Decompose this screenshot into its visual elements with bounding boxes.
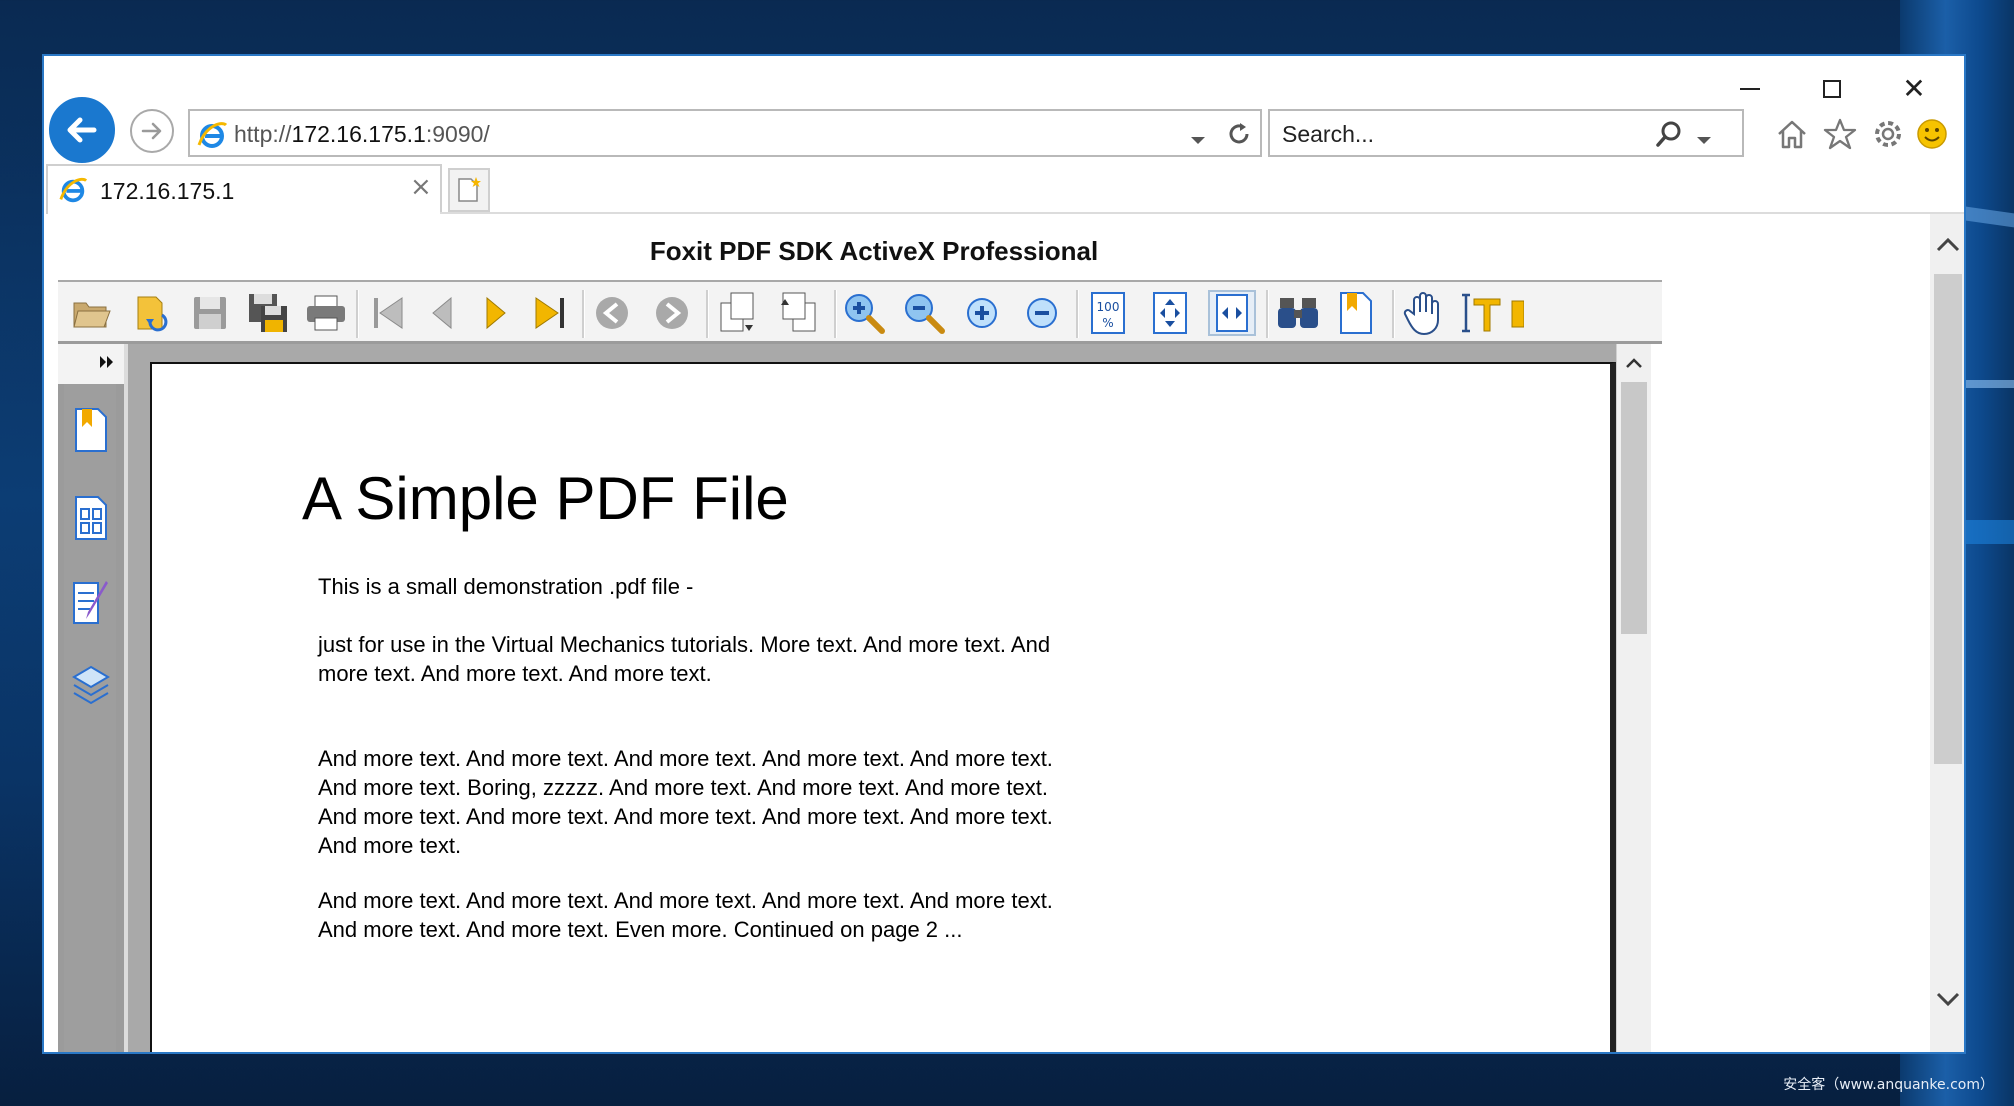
zoom-in-icon[interactable] bbox=[840, 290, 888, 336]
gear-icon[interactable] bbox=[1868, 114, 1908, 154]
save-as-icon[interactable] bbox=[244, 290, 292, 336]
tab-close-icon[interactable]: × bbox=[410, 174, 432, 200]
pdf-paragraph: And more text. And more text. And more t… bbox=[318, 746, 1053, 858]
zoom-out-small-icon[interactable] bbox=[1018, 290, 1066, 336]
tab-strip: 172.16.175.1 × bbox=[44, 164, 1964, 214]
sidebar-strip bbox=[64, 384, 116, 1052]
back-icon[interactable] bbox=[588, 290, 636, 336]
url-port-path: :9090/ bbox=[425, 121, 490, 147]
search-input[interactable]: Search... bbox=[1282, 121, 1374, 148]
more-tools-icon[interactable] bbox=[1510, 290, 1540, 336]
bookmarks-panel-icon[interactable] bbox=[68, 404, 114, 456]
last-page-icon[interactable] bbox=[526, 290, 574, 336]
print-icon[interactable] bbox=[302, 290, 350, 336]
hand-tool-icon[interactable] bbox=[1400, 290, 1448, 336]
svg-text:%: % bbox=[1102, 316, 1113, 330]
back-button[interactable] bbox=[46, 94, 118, 166]
document-scroll-thumb[interactable] bbox=[1621, 382, 1647, 634]
new-tab-button[interactable] bbox=[448, 168, 490, 212]
open-url-icon[interactable] bbox=[128, 290, 176, 336]
close-icon: ✕ bbox=[1902, 72, 1926, 105]
document-view[interactable]: A Simple PDF File This is a small demons… bbox=[128, 344, 1644, 1052]
page-scroll-up-icon[interactable] bbox=[1936, 236, 1960, 256]
maximize-button[interactable] bbox=[1802, 64, 1862, 114]
annotations-panel-icon[interactable] bbox=[68, 576, 114, 628]
watermark: 安全客（www.anquanke.com） bbox=[1783, 1077, 1994, 1093]
layers-panel-icon[interactable] bbox=[68, 660, 114, 712]
text-select-icon[interactable] bbox=[1458, 290, 1506, 336]
url-scheme: http:// bbox=[234, 121, 292, 147]
refresh-icon[interactable] bbox=[1224, 119, 1254, 153]
fit-page-icon[interactable] bbox=[1146, 290, 1194, 336]
expand-panel-icon[interactable] bbox=[98, 354, 116, 374]
feedback-smiley-icon[interactable] bbox=[1912, 114, 1952, 154]
browser-window: ✕ http://172.16.175.1:9090/ Search... 17… bbox=[42, 54, 1966, 1054]
close-window-button[interactable]: ✕ bbox=[1884, 64, 1944, 114]
search-box[interactable]: Search... bbox=[1268, 109, 1744, 157]
tab-active[interactable]: 172.16.175.1 × bbox=[46, 164, 442, 214]
address-dropdown-icon[interactable] bbox=[1190, 131, 1206, 150]
rotate-right-icon[interactable] bbox=[774, 290, 822, 336]
page-title: Foxit PDF SDK ActiveX Professional bbox=[649, 236, 1099, 266]
scroll-up-icon[interactable] bbox=[1625, 354, 1643, 373]
first-page-icon[interactable] bbox=[364, 290, 412, 336]
forward-button[interactable] bbox=[130, 109, 174, 153]
search-icon[interactable] bbox=[1654, 119, 1684, 153]
zoom-in-small-icon[interactable] bbox=[958, 290, 1006, 336]
url-host: 172.16.175.1 bbox=[291, 121, 426, 147]
maximize-icon bbox=[1823, 80, 1841, 98]
forward-icon[interactable] bbox=[648, 290, 696, 336]
sidebar-header bbox=[58, 344, 124, 384]
pdf-page: A Simple PDF File This is a small demons… bbox=[150, 362, 1616, 1052]
foxit-navigation-panel bbox=[58, 344, 128, 1052]
tab-title: 172.16.175.1 bbox=[100, 178, 235, 204]
rotate-left-icon[interactable] bbox=[714, 290, 762, 336]
favorites-star-icon[interactable] bbox=[1820, 114, 1860, 154]
address-bar[interactable]: http://172.16.175.1:9090/ bbox=[188, 109, 1262, 157]
pdf-paragraph: And more text. And more text. And more t… bbox=[318, 888, 1053, 942]
document-scrollbar[interactable] bbox=[1616, 344, 1651, 1052]
bookmark-icon[interactable] bbox=[1332, 290, 1380, 336]
fit-width-icon[interactable] bbox=[1208, 290, 1256, 336]
open-icon[interactable] bbox=[68, 290, 116, 336]
address-url: http://172.16.175.1:9090/ bbox=[234, 121, 490, 148]
page-scroll-down-icon[interactable] bbox=[1936, 992, 1960, 1012]
new-tab-icon bbox=[458, 177, 481, 202]
pdf-paragraph: This is a small demonstration .pdf file … bbox=[318, 574, 694, 599]
next-page-icon[interactable] bbox=[472, 290, 520, 336]
pdf-paragraph: just for use in the Virtual Mechanics tu… bbox=[318, 632, 1051, 686]
home-icon[interactable] bbox=[1772, 114, 1812, 154]
ie-tab-icon bbox=[58, 175, 88, 209]
foxit-activex-control: 100% A Simple PDF File This is a small d… bbox=[58, 280, 1662, 1052]
page-content: Foxit PDF SDK ActiveX Professional 100 %… bbox=[44, 214, 1930, 1052]
find-icon[interactable] bbox=[1274, 290, 1322, 336]
thumbnails-panel-icon[interactable] bbox=[68, 492, 114, 544]
minimize-button[interactable] bbox=[1720, 64, 1780, 114]
actual-size-icon[interactable]: 100% bbox=[1084, 290, 1132, 336]
search-dropdown-icon[interactable] bbox=[1696, 131, 1712, 150]
page-scroll-thumb[interactable] bbox=[1934, 274, 1962, 764]
foxit-toolbar: 100% bbox=[58, 280, 1662, 344]
forward-arrow-icon bbox=[141, 122, 162, 140]
save-icon[interactable] bbox=[186, 290, 234, 336]
zoom-out-icon[interactable] bbox=[900, 290, 948, 336]
pdf-heading: A Simple PDF File bbox=[302, 465, 789, 532]
minimize-icon bbox=[1740, 88, 1760, 90]
ie-logo-icon bbox=[196, 119, 228, 155]
back-arrow-icon bbox=[67, 117, 97, 143]
svg-text:100: 100 bbox=[1097, 300, 1120, 314]
page-scrollbar[interactable] bbox=[1930, 214, 1964, 1052]
prev-page-icon[interactable] bbox=[418, 290, 466, 336]
